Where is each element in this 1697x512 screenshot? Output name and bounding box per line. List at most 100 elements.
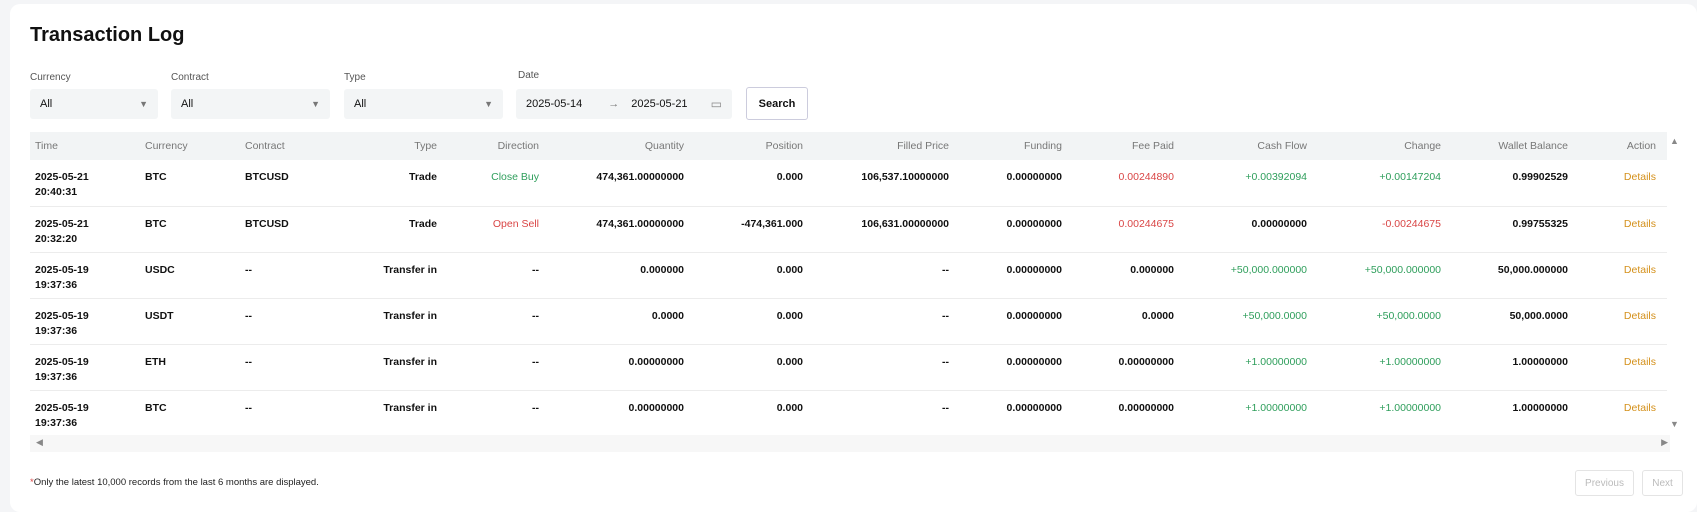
date-text: 2025-05-21 (35, 171, 89, 183)
change-cell: +0.00147204 (1313, 160, 1447, 207)
time-text: 19:37:36 (35, 278, 78, 291)
type-select[interactable]: All ▼ (344, 89, 503, 119)
funding-cell: 0.00000000 (955, 160, 1068, 207)
quantity-cell: 0.000000 (545, 252, 690, 299)
filled-price-cell: 106,631.00000000 (809, 206, 955, 253)
contract-cell: BTCUSD (240, 160, 340, 207)
scroll-up-icon[interactable]: ▲ (1670, 136, 1679, 146)
column-header-wallet-balance: Wallet Balance (1447, 132, 1574, 160)
details-link[interactable]: Details (1574, 390, 1667, 437)
details-link[interactable]: Details (1574, 298, 1667, 345)
filled-price-cell: 106,537.10000000 (809, 160, 955, 207)
contract-select[interactable]: All ▼ (171, 89, 330, 119)
date-end-input[interactable]: 2025-05-21 (631, 98, 687, 110)
date-text: 2025-05-21 (35, 217, 89, 230)
details-link[interactable]: Details (1574, 206, 1667, 253)
time-cell: 2025-05-19 19:37:36 (30, 344, 140, 391)
column-header-quantity: Quantity (545, 132, 690, 160)
currency-cell: BTC (140, 206, 240, 253)
column-header-contract: Contract (240, 132, 340, 160)
quantity-cell: 474,361.00000000 (545, 206, 690, 253)
scroll-down-icon[interactable]: ▼ (1670, 419, 1679, 429)
column-header-change: Change (1313, 132, 1447, 160)
time-cell: 2025-05-19 19:37:36 (30, 298, 140, 345)
type-cell: Trade (340, 206, 443, 253)
column-header-funding: Funding (955, 132, 1068, 160)
change-cell: +1.00000000 (1313, 390, 1447, 437)
funding-cell: 0.00000000 (955, 390, 1068, 437)
filled-price-cell: -- (809, 298, 955, 345)
currency-filter-label: Currency (30, 72, 71, 83)
time-cell: 2025-05-19 19:37:36 (30, 390, 140, 437)
previous-page-button[interactable]: Previous (1575, 470, 1634, 496)
details-link[interactable]: Details (1574, 252, 1667, 299)
wallet-balance-cell: 0.99902529 (1447, 160, 1574, 207)
direction-cell: -- (443, 298, 545, 345)
table-row: 2025-05-21 20:32:20 BTC BTCUSD Trade Open Sel… (30, 206, 1667, 253)
date-text: 2025-05-19 (35, 263, 89, 276)
scroll-right-icon[interactable]: ▶ (1661, 437, 1668, 448)
currency-select[interactable]: All ▼ (30, 89, 158, 119)
quantity-cell: 0.0000 (545, 298, 690, 345)
type-cell: Transfer in (340, 390, 443, 437)
fee-paid-cell: 0.00244890 (1068, 160, 1180, 207)
time-cell: 2025-05-19 19:37:36 (30, 252, 140, 299)
caret-down-icon: ▼ (484, 99, 493, 109)
currency-cell: BTC (140, 390, 240, 437)
column-header-time: Time (30, 132, 140, 160)
filled-price-cell: -- (809, 252, 955, 299)
wallet-balance-cell: 50,000.0000 (1447, 298, 1574, 345)
currency-cell: USDC (140, 252, 240, 299)
filled-price-cell: -- (809, 390, 955, 437)
time-text: 20:40:31 (35, 186, 78, 198)
records-note: *Only the latest 10,000 records from the… (30, 477, 319, 488)
time-text: 19:37:36 (35, 324, 78, 337)
contract-filter-label: Contract (171, 72, 209, 83)
type-cell: Transfer in (340, 344, 443, 391)
type-select-value: All (354, 98, 367, 110)
fee-paid-cell: 0.00244675 (1068, 206, 1180, 253)
column-header-fee-paid: Fee Paid (1068, 132, 1180, 160)
column-header-filled-price: Filled Price (809, 132, 955, 160)
table-row: 2025-05-19 19:37:36 BTC -- Transfer in -- 0.00… (30, 390, 1667, 437)
contract-cell: -- (240, 390, 340, 437)
funding-cell: 0.00000000 (955, 206, 1068, 253)
details-link[interactable]: Details (1574, 160, 1667, 207)
direction-cell: -- (443, 344, 545, 391)
direction-cell: -- (443, 390, 545, 437)
search-button[interactable]: Search (746, 87, 808, 120)
currency-cell: ETH (140, 344, 240, 391)
cash-flow-cell: +50,000.0000 (1180, 298, 1313, 345)
page-title: Transaction Log (30, 24, 185, 46)
position-cell: 0.000 (690, 298, 809, 345)
wallet-balance-cell: 1.00000000 (1447, 390, 1574, 437)
wallet-balance-cell: 0.99755325 (1447, 206, 1574, 253)
column-header-type: Type (340, 132, 443, 160)
funding-cell: 0.00000000 (955, 298, 1068, 345)
filled-price-cell: -- (809, 344, 955, 391)
time-text: 19:37:36 (35, 416, 78, 429)
vertical-scrollbar[interactable]: ▲ ▼ (1668, 136, 1682, 432)
time-text: 19:37:36 (35, 370, 78, 383)
direction-cell: Close Buy (443, 160, 545, 207)
contract-cell: -- (240, 298, 340, 345)
direction-cell: -- (443, 252, 545, 299)
date-range-picker[interactable]: 2025-05-14 → 2025-05-21 ▭ (516, 89, 732, 119)
column-header-position: Position (690, 132, 809, 160)
position-cell: 0.000 (690, 160, 809, 207)
horizontal-scrollbar[interactable]: ◀ ▶ (30, 435, 1670, 452)
next-page-button[interactable]: Next (1642, 470, 1683, 496)
date-start-input[interactable]: 2025-05-14 (526, 98, 582, 110)
details-link[interactable]: Details (1574, 344, 1667, 391)
calendar-icon[interactable]: ▭ (711, 97, 722, 111)
direction-cell: Open Sell (443, 206, 545, 253)
time-text: 20:32:20 (35, 232, 78, 245)
table-row: 2025-05-19 19:37:36 USDT -- Transfer in -- 0.0… (30, 298, 1667, 345)
column-header-direction: Direction (443, 132, 545, 160)
contract-cell: -- (240, 344, 340, 391)
scroll-left-icon[interactable]: ◀ (36, 437, 43, 448)
column-header-cash-flow: Cash Flow (1180, 132, 1313, 160)
change-cell: +1.00000000 (1313, 344, 1447, 391)
caret-down-icon: ▼ (311, 99, 320, 109)
date-filter-label: Date (518, 70, 540, 81)
